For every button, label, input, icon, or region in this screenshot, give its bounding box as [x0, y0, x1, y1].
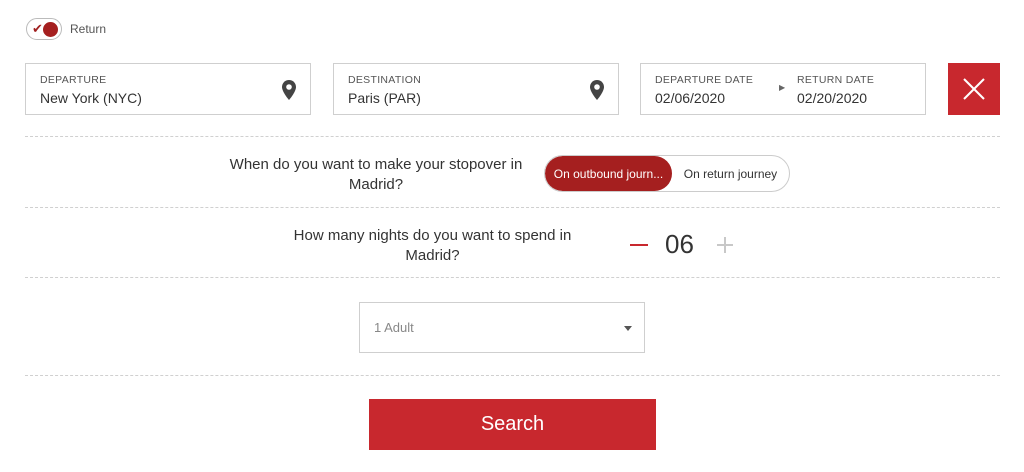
search-button[interactable]: Search [369, 399, 656, 450]
destination-label: DESTINATION [348, 74, 422, 86]
close-button[interactable] [948, 63, 1000, 115]
nights-value: 06 [665, 229, 694, 259]
departure-label: DEPARTURE [40, 74, 107, 86]
increment-button[interactable] [717, 236, 733, 253]
journey-selector: On outbound journ... On return journey [544, 155, 790, 192]
departure-value: New York (NYC) [40, 90, 142, 106]
close-icon [963, 78, 985, 100]
nights-question-line2: Madrid? [405, 247, 460, 264]
passengers-value: 1 Adult [374, 320, 414, 335]
nights-question-line1: How many nights do you want to spend in [293, 227, 572, 244]
departure-field[interactable]: DEPARTURE New York (NYC) [25, 63, 311, 115]
nights-stepper: 06 [630, 229, 733, 260]
departure-date-value: 02/06/2020 [655, 90, 726, 106]
toggle-knob [43, 22, 58, 37]
return-toggle-label: Return [70, 22, 107, 36]
passengers-select[interactable]: 1 Adult [359, 302, 645, 353]
stopover-question: When do you want to make your stopover i… [220, 155, 532, 195]
return-toggle-row: ✔ Return [26, 18, 106, 40]
destination-value: Paris (PAR) [348, 90, 421, 106]
return-date-value: 02/20/2020 [797, 90, 868, 106]
decrement-button[interactable] [630, 243, 648, 246]
caret-down-icon [624, 326, 632, 331]
divider [25, 136, 1000, 137]
arrow-right-icon: ▶ [779, 83, 786, 92]
location-pin-icon [282, 80, 296, 100]
return-toggle[interactable]: ✔ [26, 18, 62, 40]
departure-date-label: DEPARTURE DATE [655, 74, 754, 86]
divider [25, 277, 1000, 278]
dates-field[interactable]: DEPARTURE DATE 02/06/2020 ▶ RETURN DATE … [640, 63, 926, 115]
divider [25, 375, 1000, 376]
destination-field[interactable]: DESTINATION Paris (PAR) [333, 63, 619, 115]
return-journey-option[interactable]: On return journey [672, 167, 789, 181]
stopover-question-line1: When do you want to make your stopover i… [229, 156, 523, 173]
outbound-journey-option[interactable]: On outbound journ... [545, 156, 672, 191]
stopover-question-line2: Madrid? [348, 176, 404, 193]
nights-question: How many nights do you want to spend in … [285, 226, 580, 266]
return-date-label: RETURN DATE [797, 74, 875, 86]
check-icon: ✔ [32, 21, 43, 36]
location-pin-icon [590, 80, 604, 100]
divider [25, 207, 1000, 208]
